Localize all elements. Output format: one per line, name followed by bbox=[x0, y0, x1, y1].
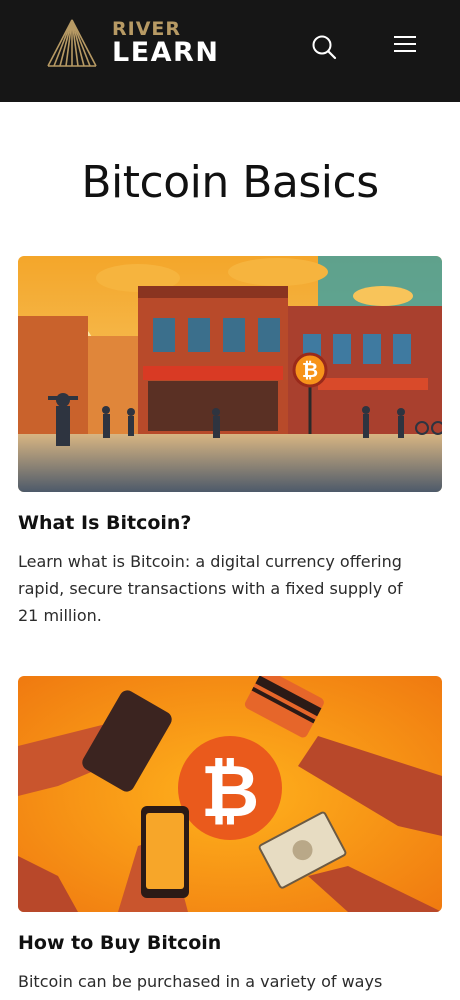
logo-learn-text: LEARN bbox=[112, 37, 220, 68]
menu-button[interactable] bbox=[392, 33, 418, 55]
article-description: Learn what is Bitcoin: a digital currenc… bbox=[18, 552, 403, 625]
street-scene-illustration: ₿ bbox=[18, 256, 442, 492]
hamburger-menu-icon bbox=[394, 36, 416, 52]
river-learn-logo[interactable]: RIVER LEARN bbox=[44, 18, 244, 70]
svg-text:₿: ₿ bbox=[201, 749, 260, 833]
search-button[interactable] bbox=[310, 33, 338, 61]
article-title[interactable]: How to Buy Bitcoin bbox=[18, 930, 442, 956]
logo-mark-icon bbox=[47, 19, 97, 67]
article-image[interactable]: ₿ bbox=[18, 676, 442, 912]
article-card-how-to-buy-bitcoin[interactable]: ₿ How to Buy Bitcoin Bitcoin can be purc… bbox=[18, 676, 442, 995]
article-title[interactable]: What Is Bitcoin? bbox=[18, 510, 442, 536]
hands-exchange-illustration: ₿ bbox=[18, 676, 442, 912]
article-card-what-is-bitcoin[interactable]: ₿ What Is Bitcoin? Learn what is Bitcoin… bbox=[18, 256, 442, 629]
article-image[interactable]: ₿ bbox=[18, 256, 442, 492]
article-description: Bitcoin can be purchased in a variety of… bbox=[18, 972, 383, 991]
page-title: Bitcoin Basics bbox=[81, 157, 379, 208]
svg-text:₿: ₿ bbox=[302, 358, 318, 382]
site-header: RIVER LEARN bbox=[0, 0, 460, 102]
search-icon bbox=[312, 35, 337, 60]
logo-river-text: RIVER bbox=[112, 18, 182, 40]
